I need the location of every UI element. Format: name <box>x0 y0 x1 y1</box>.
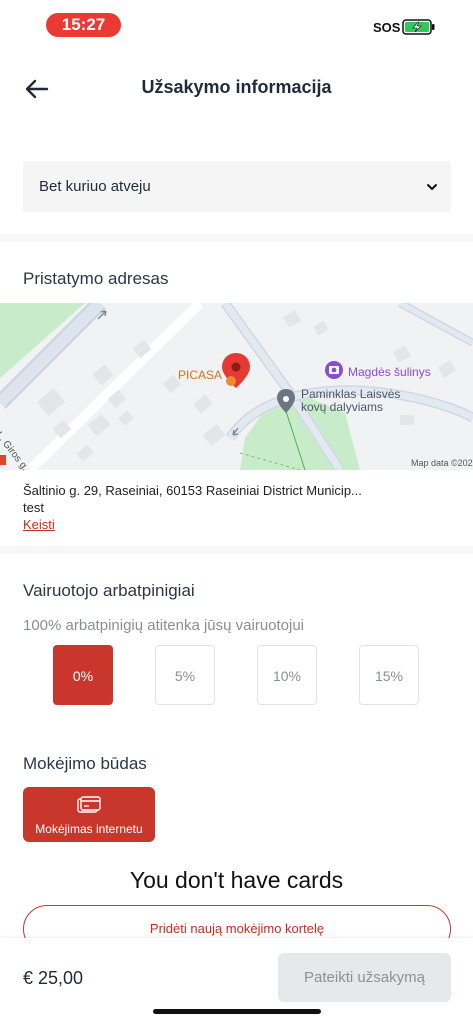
no-cards-message: You don't have cards <box>129 867 344 893</box>
section-divider <box>0 234 473 242</box>
payment-section-title: Mokėjimo būdas <box>23 754 147 773</box>
address-note: test <box>23 500 44 515</box>
chevron-down-icon <box>427 184 437 190</box>
order-total: € 25,00 <box>23 968 84 988</box>
top-header: Užsakymo informacija <box>0 60 473 116</box>
delivery-map[interactable] <box>0 303 473 470</box>
payment-method-label: Mokėjimas internetu <box>35 822 143 836</box>
status-bar: 15:27 SOS <box>0 0 473 50</box>
section-divider <box>0 546 473 554</box>
change-address-link[interactable]: Keisti <box>23 517 55 532</box>
credit-card-icon <box>77 796 101 813</box>
map-graphic <box>0 303 473 470</box>
delivery-time-select[interactable]: Bet kuriuo atveju <box>23 161 451 212</box>
address-section-title: Pristatymo adresas <box>23 269 169 288</box>
page-title: Užsakymo informacija <box>141 77 332 97</box>
map-copyright: Map data ©2023 <box>411 458 473 468</box>
home-indicator <box>153 1009 321 1014</box>
status-time: 15:27 <box>46 13 121 37</box>
map-label-monument: Paminklas Laisvės kovų dalyviams <box>301 387 401 414</box>
tip-option-10[interactable]: 10% <box>257 645 317 705</box>
tip-option-15[interactable]: 15% <box>359 645 419 705</box>
tips-subtitle: 100% arbatpinigių atitenka jūsų vairuoto… <box>23 617 305 634</box>
submit-order-button[interactable]: Pateikti užsakymą <box>278 953 451 1002</box>
delivery-time-value: Bet kuriuo atveju <box>39 178 151 195</box>
delivery-address: Šaltinio g. 29, Raseiniai, 60153 Raseini… <box>23 483 362 498</box>
tips-section-title: Vairuotojo arbatpinigiai <box>23 581 195 600</box>
map-label-restaurant: PICASA <box>178 368 223 382</box>
payment-method-online[interactable]: Mokėjimas internetu <box>23 787 155 842</box>
battery-charging-icon <box>402 19 435 35</box>
sos-indicator: SOS <box>373 20 401 35</box>
tip-option-5[interactable]: 5% <box>155 645 215 705</box>
tip-option-0[interactable]: 0% <box>53 645 113 705</box>
map-label-well: Magdės šulinys <box>348 365 431 379</box>
